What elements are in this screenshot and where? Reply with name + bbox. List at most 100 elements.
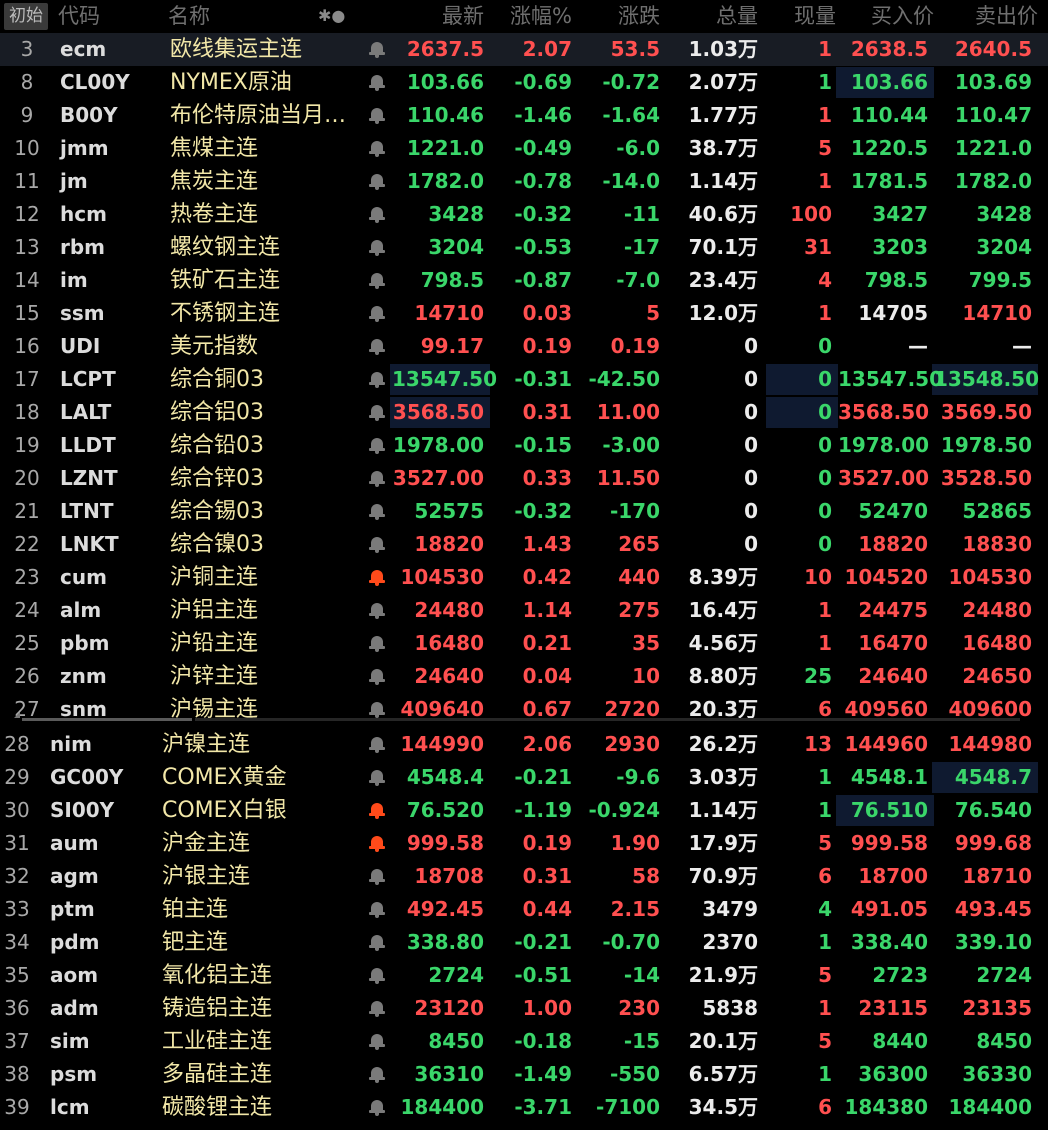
alert-bell-icon[interactable] [369,736,385,754]
table-row[interactable]: 23 cum 沪铜主连 104530 0.42 440 8.39万 10 104520 10453… [0,561,1048,594]
symbol-name[interactable]: 布伦特原油当月连续 [170,99,360,132]
alert-bell-icon[interactable] [369,1099,385,1117]
alert-bell-icon[interactable] [369,536,385,554]
symbol-code[interactable]: jm [60,165,88,198]
symbol-name[interactable]: 美元指数 [170,330,360,363]
symbol-code[interactable]: LTNT [60,495,113,528]
symbol-code[interactable]: GC00Y [50,761,123,794]
symbol-code[interactable]: ssm [60,297,105,330]
symbol-name[interactable]: 螺纹钢主连 [170,231,360,264]
header-last[interactable]: 最新 [400,0,484,33]
table-row[interactable]: 9 B00Y 布伦特原油当月连续 110.46 -1.46 -1.64 1.77万 1 110.… [0,99,1048,132]
header-ask[interactable]: 卖出价 [940,0,1038,33]
table-row[interactable]: 16 UDI 美元指数 99.17 0.19 0.19 0 0 — — [0,330,1048,363]
init-button[interactable]: 初始 [4,3,48,30]
symbol-code[interactable]: lcm [50,1091,90,1124]
symbol-name[interactable]: 沪镍主连 [162,728,352,761]
symbol-code[interactable]: aom [50,959,98,992]
symbol-name[interactable]: 碳酸锂主连 [162,1091,352,1124]
symbol-code[interactable]: im [60,264,88,297]
split-divider[interactable] [0,712,1048,723]
symbol-name[interactable]: 焦炭主连 [170,165,360,198]
header-name[interactable]: 名称 [168,0,210,33]
alert-bell-icon[interactable] [369,1033,385,1051]
star-toggle-icon[interactable]: ✱● [318,6,345,25]
symbol-name[interactable]: 工业硅主连 [162,1025,352,1058]
alert-bell-icon[interactable] [369,173,385,191]
symbol-name[interactable]: 沪铅主连 [170,627,360,660]
alert-bell-icon[interactable] [369,470,385,488]
table-row[interactable]: 8 CL00Y NYMEX原油 103.66 -0.69 -0.72 2.07万 1 103.6… [0,66,1048,99]
symbol-name[interactable]: 焦煤主连 [170,132,360,165]
symbol-name[interactable]: COMEX白银 [162,794,352,827]
symbol-name[interactable]: 沪锌主连 [170,660,360,693]
symbol-name[interactable]: 不锈钢主连 [170,297,360,330]
alert-bell-icon[interactable] [369,107,385,125]
alert-bell-icon[interactable] [369,802,385,820]
table-row[interactable]: 33 ptm 铂主连 492.45 0.44 2.15 3479 4 491.05 493.45 [0,893,1048,926]
alert-bell-icon[interactable] [369,769,385,787]
symbol-code[interactable]: psm [50,1058,97,1091]
table-row[interactable]: 3 ecm 欧线集运主连 2637.5 2.07 53.5 1.03万 1 2638.5 2640… [0,33,1048,66]
alert-bell-icon[interactable] [369,569,385,587]
alert-bell-icon[interactable] [369,668,385,686]
symbol-code[interactable]: aum [50,827,99,860]
symbol-name[interactable]: 铂主连 [162,893,352,926]
symbol-name[interactable]: 综合锡03 [170,495,360,528]
table-row[interactable]: 17 LCPT 综合铜03 13547.50 -0.31 -42.50 0 0 13547.50… [0,363,1048,396]
header-code[interactable]: 代码 [58,0,100,33]
symbol-name[interactable]: 欧线集运主连 [170,33,360,66]
alert-bell-icon[interactable] [369,901,385,919]
alert-bell-icon[interactable] [369,338,385,356]
table-row[interactable]: 38 psm 多晶硅主连 36310 -1.49 -550 6.57万 1 36300 36330 [0,1058,1048,1091]
table-row[interactable]: 26 znm 沪锌主连 24640 0.04 10 8.80万 25 24640 24650 [0,660,1048,693]
table-row[interactable]: 13 rbm 螺纹钢主连 3204 -0.53 -17 70.1万 31 3203 3204 [0,231,1048,264]
table-row[interactable]: 10 jmm 焦煤主连 1221.0 -0.49 -6.0 38.7万 5 1220.5 1221… [0,132,1048,165]
alert-bell-icon[interactable] [369,1000,385,1018]
alert-bell-icon[interactable] [369,1066,385,1084]
header-pct[interactable]: 涨幅% [486,0,572,33]
table-row[interactable]: 35 aom 氧化铝主连 2724 -0.51 -14 21.9万 5 2723 2724 [0,959,1048,992]
symbol-code[interactable]: cum [60,561,107,594]
header-vol[interactable]: 总量 [672,0,758,33]
alert-bell-icon[interactable] [369,41,385,59]
symbol-code[interactable]: LZNT [60,462,118,495]
symbol-name[interactable]: 沪金主连 [162,827,352,860]
symbol-name[interactable]: 多晶硅主连 [162,1058,352,1091]
table-row[interactable]: 24 alm 沪铝主连 24480 1.14 275 16.4万 1 24475 24480 [0,594,1048,627]
symbol-code[interactable]: LALT [60,396,111,429]
symbol-code[interactable]: B00Y [60,99,118,132]
symbol-name[interactable]: 沪银主连 [162,860,352,893]
table-row[interactable]: 21 LTNT 综合锡03 52575 -0.32 -170 0 0 52470 52865 [0,495,1048,528]
symbol-name[interactable]: 综合铜03 [170,363,360,396]
horizontal-scrollbar-track[interactable] [195,718,1020,721]
table-row[interactable]: 32 agm 沪银主连 18708 0.31 58 70.9万 6 18700 18710 [0,860,1048,893]
table-row[interactable]: 19 LLDT 综合铅03 1978.00 -0.15 -3.00 0 0 1978.00 197… [0,429,1048,462]
table-row[interactable]: 31 aum 沪金主连 999.58 0.19 1.90 17.9万 5 999.58 999.6… [0,827,1048,860]
symbol-code[interactable]: LLDT [60,429,116,462]
table-row[interactable]: 18 LALT 综合铝03 3568.50 0.31 11.00 0 0 3568.50 3569… [0,396,1048,429]
symbol-name[interactable]: 钯主连 [162,926,352,959]
symbol-code[interactable]: CL00Y [60,66,130,99]
symbol-code[interactable]: pdm [50,926,99,959]
symbol-name[interactable]: 综合锌03 [170,462,360,495]
symbol-name[interactable]: 氧化铝主连 [162,959,352,992]
symbol-code[interactable]: ecm [60,33,106,66]
alert-bell-icon[interactable] [369,868,385,886]
table-row[interactable]: 36 adm 铸造铝主连 23120 1.00 230 5838 1 23115 23135 [0,992,1048,1025]
symbol-code[interactable]: pbm [60,627,109,660]
table-row[interactable]: 37 sim 工业硅主连 8450 -0.18 -15 20.1万 5 8440 8450 [0,1025,1048,1058]
table-row[interactable]: 12 hcm 热卷主连 3428 -0.32 -11 40.6万 100 3427 3428 [0,198,1048,231]
symbol-name[interactable]: 热卷主连 [170,198,360,231]
alert-bell-icon[interactable] [369,437,385,455]
symbol-code[interactable]: znm [60,660,107,693]
symbol-code[interactable]: LCPT [60,363,116,396]
alert-bell-icon[interactable] [369,602,385,620]
symbol-code[interactable]: rbm [60,231,105,264]
alert-bell-icon[interactable] [369,305,385,323]
symbol-code[interactable]: jmm [60,132,109,165]
symbol-name[interactable]: 铸造铝主连 [162,992,352,1025]
symbol-code[interactable]: agm [50,860,99,893]
table-row[interactable]: 22 LNKT 综合镍03 18820 1.43 265 0 0 18820 18830 [0,528,1048,561]
alert-bell-icon[interactable] [369,206,385,224]
